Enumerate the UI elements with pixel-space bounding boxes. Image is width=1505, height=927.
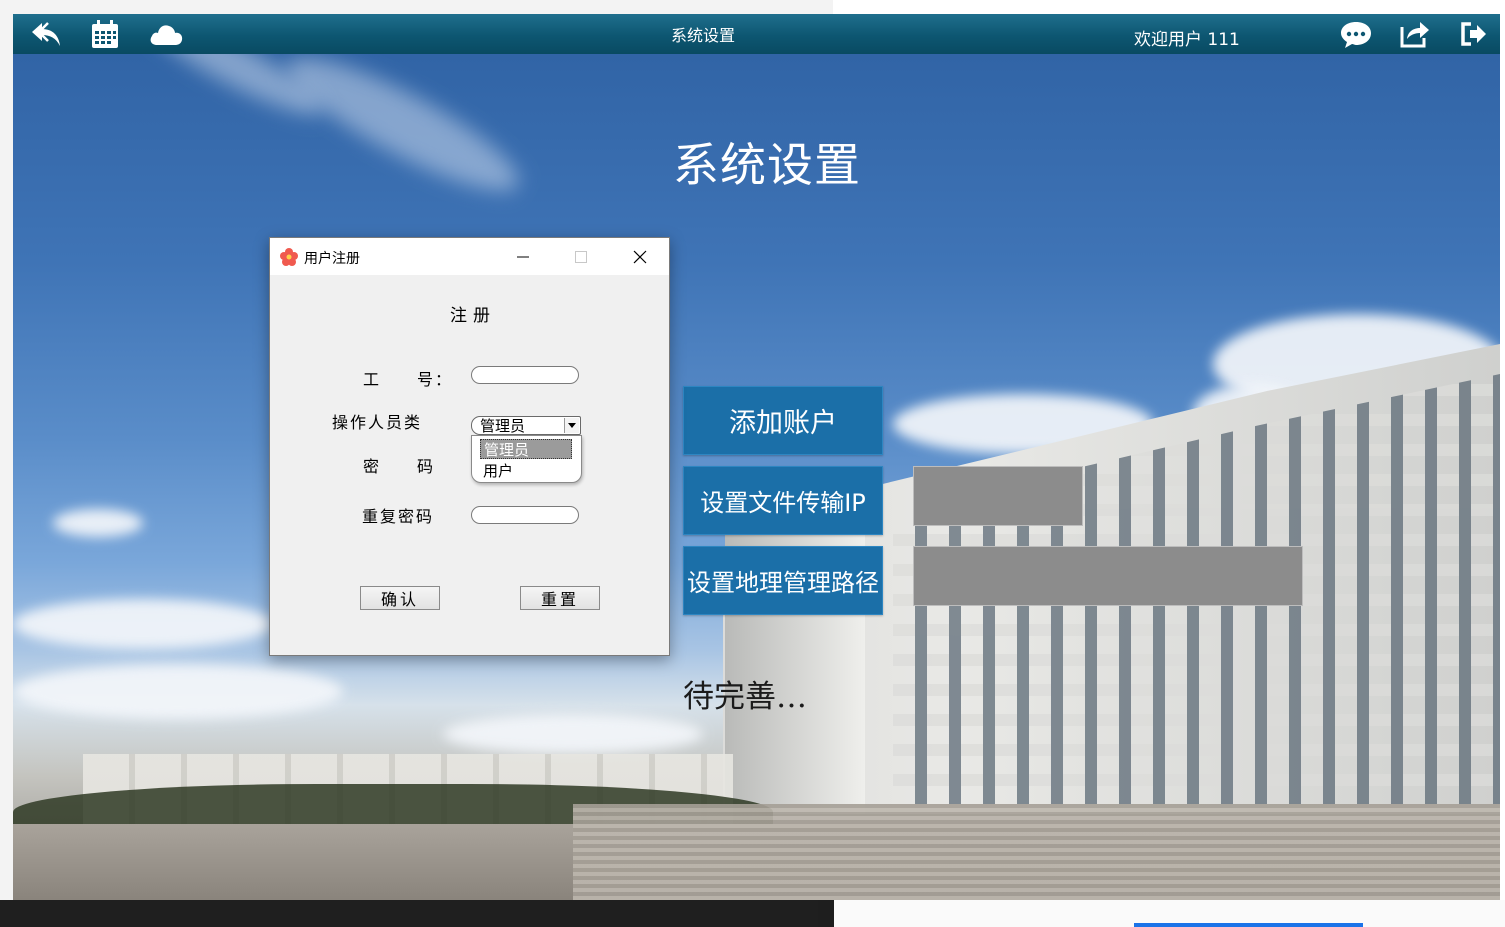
stone-steps [573, 804, 1500, 900]
user-registration-dialog: 用户注册 注册 工 号： 操作人员类 管理员 密 码 管理员 用户 重复密码 确… [269, 237, 670, 656]
geo-path-field[interactable] [913, 546, 1303, 606]
page-title: 系统设置 [673, 138, 861, 192]
confirm-button[interactable]: 确认 [360, 586, 440, 610]
download-progress-bar [1134, 923, 1363, 927]
cloud-decoration [13, 664, 343, 719]
set-transfer-ip-button[interactable]: 设置文件传输IP [683, 466, 883, 535]
dialog-title: 用户注册 [304, 251, 360, 267]
transfer-ip-field[interactable] [913, 466, 1083, 526]
app-flower-icon [279, 247, 299, 271]
repeat-password-label: 重复密码 [362, 507, 435, 526]
cloud-decoration [53, 509, 143, 537]
cloud-decoration [443, 714, 703, 754]
reset-button[interactable]: 重置 [520, 586, 600, 610]
welcome-user-text: 欢迎用户 111 [1134, 30, 1240, 50]
top-bar: 系统设置 欢迎用户 111 [13, 14, 1500, 54]
logout-icon[interactable] [1456, 18, 1492, 50]
dropdown-arrow-icon[interactable] [564, 418, 579, 433]
window-top-edge [0, 0, 1505, 14]
dropdown-option-user[interactable]: 用户 [480, 461, 575, 481]
dialog-titlebar[interactable]: 用户注册 [270, 238, 669, 275]
sky-streak [274, 36, 532, 212]
share-icon[interactable] [1397, 18, 1433, 50]
close-icon [633, 250, 647, 264]
minimize-button[interactable] [503, 242, 543, 272]
employee-id-input[interactable] [471, 366, 579, 384]
add-account-button[interactable]: 添加账户 [683, 386, 883, 455]
window-right-edge [1500, 0, 1505, 927]
close-button[interactable] [620, 242, 660, 272]
app-window: 系统设置 欢迎用户 111 系统设置 添加账户 设置文件传输IP 设置地理管理路… [13, 14, 1500, 900]
minimize-icon [517, 256, 529, 258]
maximize-button[interactable] [561, 242, 601, 272]
operator-type-dropdown: 管理员 用户 [471, 435, 582, 483]
chat-icon[interactable] [1337, 18, 1375, 50]
operator-type-value: 管理员 [480, 417, 526, 435]
taskbar-dark-area [0, 900, 818, 927]
pending-text: 待完善… [683, 679, 807, 715]
operator-type-select[interactable]: 管理员 [471, 416, 581, 435]
password-label: 密 码 [363, 457, 436, 476]
window-left-edge [0, 0, 13, 927]
maximize-icon [575, 251, 587, 263]
cloud-decoration [13, 599, 273, 649]
dialog-heading: 注册 [450, 306, 496, 326]
background-window-strip [833, 0, 1505, 14]
operator-type-label: 操作人员类 [332, 413, 423, 432]
dropdown-option-admin[interactable]: 管理员 [480, 439, 572, 459]
employee-id-label: 工 号： [363, 370, 454, 389]
set-geo-path-button[interactable]: 设置地理管理路径 [683, 546, 883, 615]
repeat-password-input[interactable] [471, 506, 579, 524]
